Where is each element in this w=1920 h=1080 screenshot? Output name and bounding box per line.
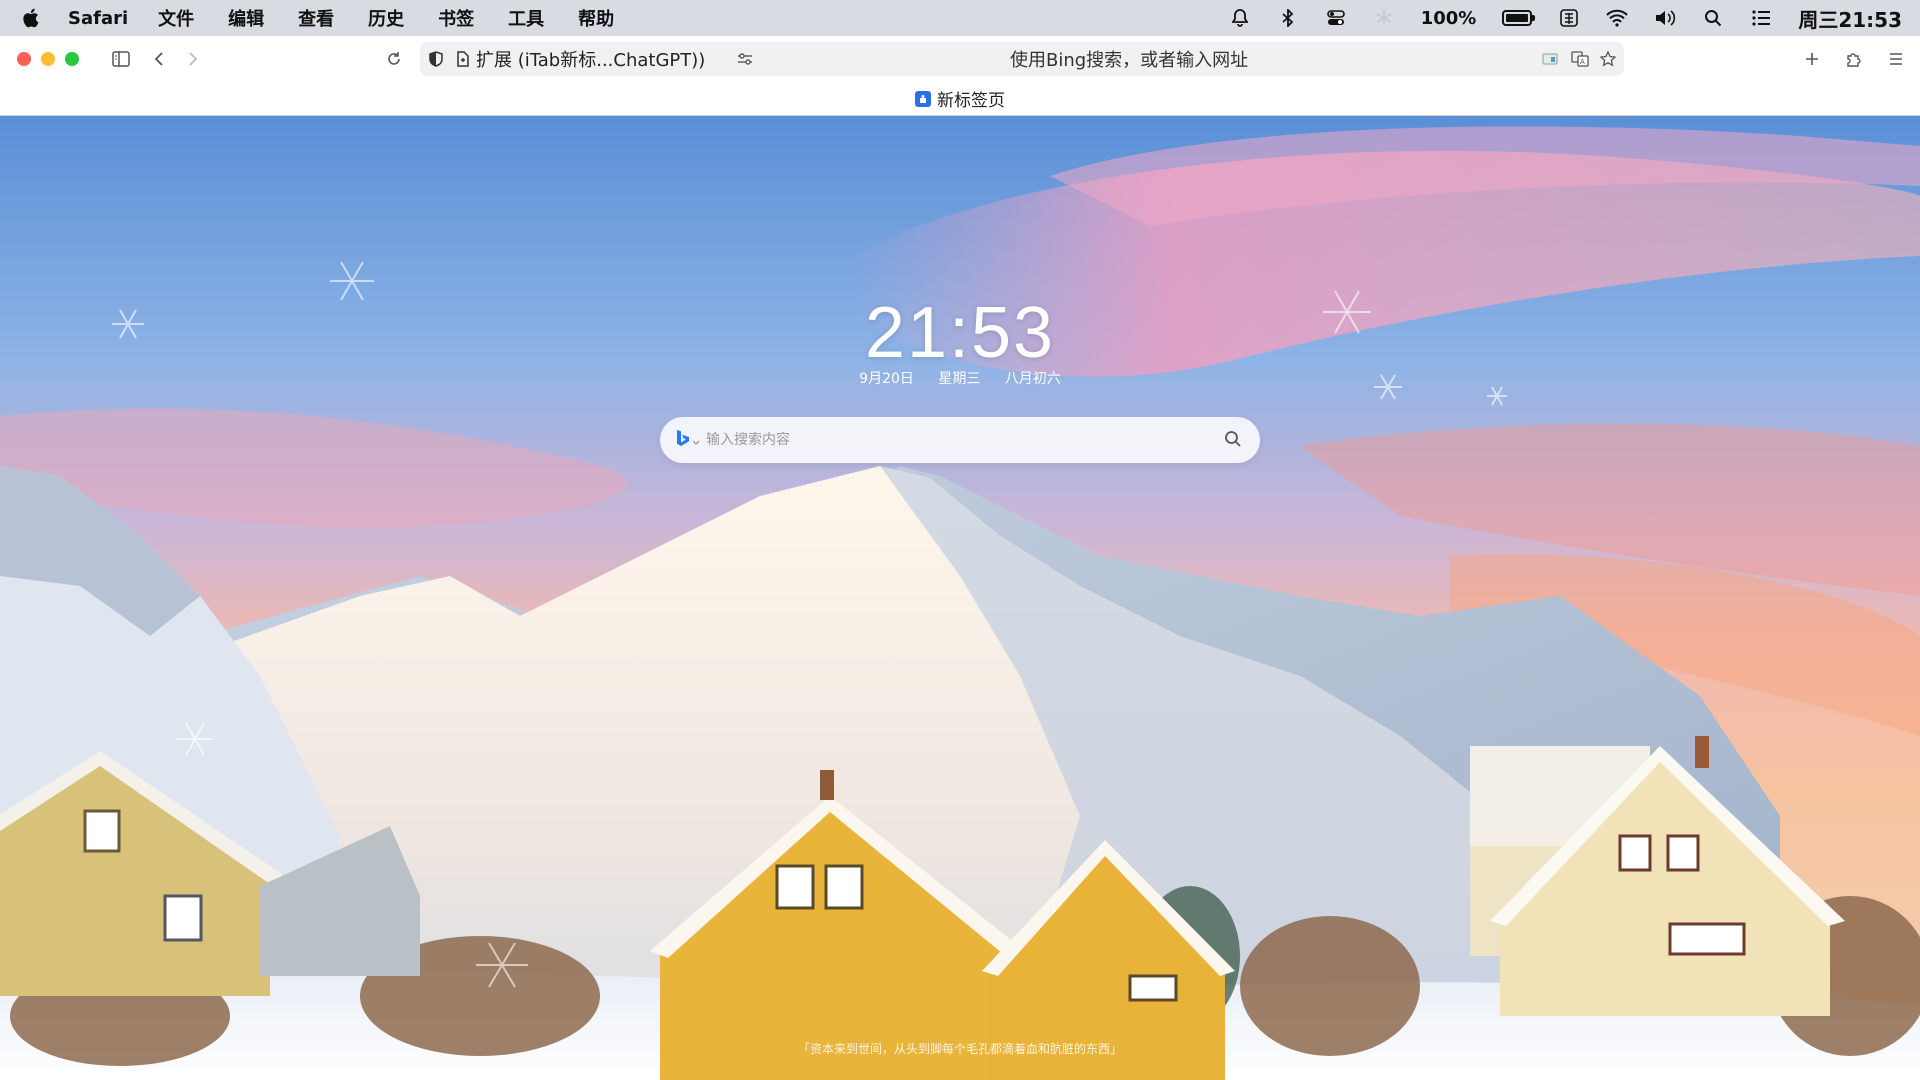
snowflake-icon[interactable] — [1373, 7, 1395, 29]
lunar-date-text: 八月初六 — [1004, 371, 1061, 387]
forward-icon[interactable] — [179, 45, 207, 73]
zoom-window-button[interactable] — [65, 52, 79, 66]
bluetooth-icon[interactable] — [1277, 7, 1299, 29]
control-center-icon[interactable] — [1750, 7, 1772, 29]
chevron-down-icon — [692, 431, 700, 450]
status-area: 100% 周三21:53 — [1229, 0, 1902, 36]
bell-icon[interactable] — [1229, 7, 1251, 29]
menu-tools[interactable]: 工具 — [508, 5, 544, 31]
page-settings-icon[interactable] — [731, 45, 759, 73]
newtab-date: 9月20日 星期三 八月初六 — [0, 368, 1920, 388]
bookmark-star-icon[interactable] — [1594, 45, 1622, 73]
new-tab-page: 21:53 9月20日 星期三 八月初六 「资本来到世间，从头到脚每个毛孔都滴着… — [0, 116, 1920, 1080]
tab-strip: 新标签页 — [0, 82, 1920, 116]
menu-view[interactable]: 查看 — [298, 5, 334, 31]
tab-new-tab[interactable]: 新标签页 — [915, 86, 1005, 111]
battery-percent: 100% — [1420, 7, 1477, 29]
date-text: 9月20日 — [859, 371, 914, 387]
menu-bar: Safari 文件 编辑 查看 历史 书签 工具 帮助 100% 周三21:53 — [0, 0, 1920, 36]
menu-help[interactable]: 帮助 — [578, 5, 614, 31]
privacy-shield-icon[interactable] — [422, 45, 450, 73]
wifi-icon[interactable] — [1606, 7, 1629, 29]
menu-file[interactable]: 文件 — [158, 5, 194, 31]
volume-icon[interactable] — [1654, 7, 1676, 29]
minimize-window-button[interactable] — [41, 52, 55, 66]
newtab-clock: 21:53 — [864, 293, 1056, 373]
window-controls — [17, 52, 79, 66]
apple-logo-icon[interactable] — [18, 6, 42, 30]
menu-bookmarks[interactable]: 书签 — [438, 5, 474, 31]
input-method-icon[interactable] — [1558, 7, 1580, 29]
translate-icon[interactable]: A — [1566, 45, 1594, 73]
search-input[interactable] — [706, 432, 1206, 448]
reload-icon[interactable] — [380, 45, 408, 73]
spotlight-search-icon[interactable] — [1702, 7, 1724, 29]
footer-quote: 「资本来到世间，从头到脚每个毛孔都滴着血和肮脏的东西」 — [797, 1042, 1122, 1056]
battery-icon[interactable] — [1502, 10, 1536, 26]
reader-icon[interactable] — [1536, 45, 1564, 73]
bing-icon — [676, 429, 690, 451]
close-window-button[interactable] — [17, 52, 31, 66]
sidebar-toggle-icon[interactable] — [107, 45, 135, 73]
menu-safari[interactable]: Safari — [68, 8, 128, 29]
tab-label: 新标签页 — [937, 91, 1005, 111]
new-tab-icon[interactable] — [1798, 45, 1826, 73]
control-toggle-icon[interactable] — [1325, 7, 1347, 29]
browser-toolbar: 扩展 (iTab新标...ChatGPT)) 使用Bing搜索，或者输入网址 A — [0, 36, 1920, 82]
wallpaper-image — [0, 116, 1920, 1080]
svg-text:A: A — [1580, 58, 1585, 66]
menu-edit[interactable]: 编辑 — [228, 5, 264, 31]
menubar-clock[interactable]: 周三21:53 — [1798, 4, 1902, 33]
extensions-icon[interactable] — [1840, 45, 1868, 73]
back-icon[interactable] — [145, 45, 173, 73]
newtab-search-box — [660, 417, 1260, 463]
address-placeholder[interactable]: 使用Bing搜索，或者输入网址 — [1010, 46, 1248, 72]
search-icon[interactable] — [1224, 430, 1244, 450]
extension-page-icon — [454, 45, 472, 73]
itab-favicon-icon — [915, 90, 931, 107]
current-tab-title[interactable]: 扩展 (iTab新标...ChatGPT)) — [476, 46, 705, 72]
search-engine-selector[interactable] — [676, 429, 700, 451]
tab-overview-icon[interactable] — [1882, 45, 1910, 73]
menu-history[interactable]: 历史 — [368, 5, 404, 31]
battery-fill — [1506, 14, 1529, 22]
weekday-text: 星期三 — [938, 371, 981, 387]
toolbar-right — [1798, 45, 1910, 73]
address-bar[interactable]: 扩展 (iTab新标...ChatGPT)) 使用Bing搜索，或者输入网址 A — [420, 42, 1624, 76]
